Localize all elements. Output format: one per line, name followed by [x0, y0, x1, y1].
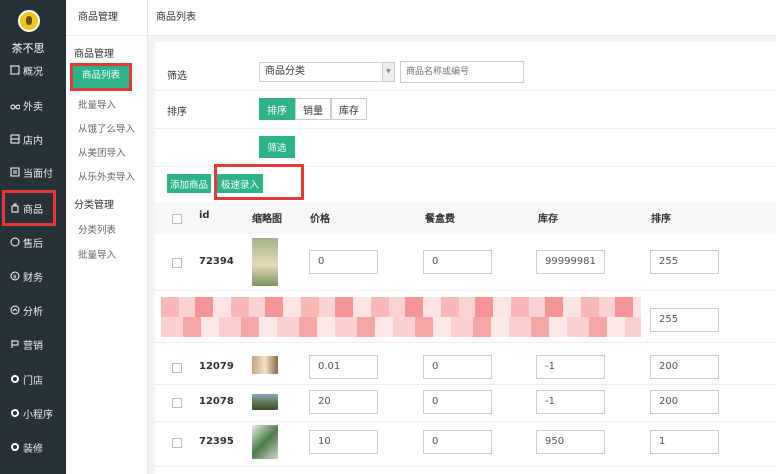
sub-nav: 商品管理 商品管理 商品列表 批量导入 从饿了么导入 从美团导入 从乐外卖导入 …: [66, 0, 148, 474]
category-select[interactable]: 商品分类 ▼: [259, 62, 395, 82]
nav-item-goods[interactable]: 商品: [2, 190, 56, 226]
analytics-icon: [10, 305, 20, 315]
redacted-region: [161, 317, 641, 337]
add-goods-button[interactable]: 添加商品: [167, 174, 211, 193]
stock-input[interactable]: 99999981: [536, 250, 605, 274]
row-checkbox[interactable]: [172, 398, 182, 408]
subnav-item-category-import[interactable]: 批量导入: [78, 247, 116, 261]
goods-icon: [10, 203, 20, 213]
sort-input[interactable]: 200: [650, 355, 719, 379]
search-input[interactable]: [400, 61, 524, 83]
stock-input[interactable]: -1: [536, 390, 605, 414]
subnav-item-goods-list[interactable]: 商品列表: [70, 63, 132, 91]
finance-icon: ¥: [10, 271, 20, 281]
sort-option-stock[interactable]: 库存: [331, 98, 367, 120]
goods-list-panel: 筛选 商品分类 ▼ 排序 排序 销量 库存 筛选 添加商品 极速录入 id 缩略…: [155, 42, 776, 474]
product-thumbnail: [252, 238, 278, 286]
highlight-annotation: [214, 164, 304, 200]
sort-input[interactable]: 255: [650, 308, 719, 332]
divider: [155, 128, 776, 129]
after-sale-icon: [10, 237, 20, 247]
subnav-item-import-lewaimai[interactable]: 从乐外卖导入: [78, 169, 135, 183]
col-header-price: 价格: [310, 214, 330, 225]
subnav-header: 商品管理: [66, 0, 147, 36]
row-id: 12078: [199, 396, 234, 407]
box-fee-input[interactable]: 0: [423, 250, 492, 274]
nav-item-store[interactable]: 店内: [0, 129, 66, 149]
brand-name: 茶不思: [11, 42, 45, 55]
col-header-sort: 排序: [651, 214, 671, 225]
product-thumbnail: [252, 394, 278, 410]
sort-input[interactable]: 255: [650, 250, 719, 274]
box-fee-input[interactable]: 0: [423, 390, 492, 414]
sort-option-default[interactable]: 排序: [259, 98, 295, 120]
overview-icon: [10, 65, 20, 75]
stock-input[interactable]: 950: [536, 430, 605, 454]
nav-item-delivery[interactable]: 外卖: [0, 95, 66, 115]
store-icon: [10, 134, 20, 144]
row-checkbox[interactable]: [172, 258, 182, 268]
row-id: 12079: [199, 361, 234, 372]
delivery-icon: [10, 100, 20, 110]
main-nav: 茶不思 概况 外卖 店内 当面付 商品 售后 ¥ 财务 分析 营销 门店 小程序…: [0, 0, 66, 474]
nav-item-shop[interactable]: 门店: [0, 369, 66, 389]
nav-item-after-sale[interactable]: 售后: [0, 232, 66, 252]
col-header-thumb: 缩略图: [252, 214, 282, 225]
sort-input[interactable]: 1: [650, 430, 719, 454]
row-divider: [155, 290, 776, 291]
nav-item-marketing[interactable]: 营销: [0, 334, 66, 354]
nav-item-finance[interactable]: ¥ 财务: [0, 266, 66, 286]
price-input[interactable]: 0: [309, 250, 378, 274]
table-header: [155, 202, 776, 234]
nav-item-overview[interactable]: 概况: [0, 60, 66, 80]
nav-item-decorate[interactable]: 装修: [0, 437, 66, 457]
product-thumbnail: [252, 425, 278, 459]
pay-icon: [10, 167, 20, 177]
nav-item-miniapp[interactable]: 小程序: [0, 403, 66, 423]
box-fee-input[interactable]: 0: [423, 430, 492, 454]
row-divider: [155, 466, 776, 467]
marketing-icon: [10, 339, 20, 349]
stock-input[interactable]: -1: [536, 355, 605, 379]
sort-input[interactable]: 200: [650, 390, 719, 414]
price-input[interactable]: 10: [309, 430, 378, 454]
subnav-item-import-eleme[interactable]: 从饿了么导入: [78, 121, 135, 135]
sort-option-sales[interactable]: 销量: [295, 98, 331, 120]
row-divider: [155, 421, 776, 422]
price-input[interactable]: 20: [309, 390, 378, 414]
row-id: 72395: [199, 436, 234, 447]
price-input[interactable]: 0.01: [309, 355, 378, 379]
subnav-item-category-list[interactable]: 分类列表: [78, 222, 116, 236]
nav-item-analytics[interactable]: 分析: [0, 300, 66, 320]
divider: [155, 90, 776, 91]
filter-label: 筛选: [167, 71, 187, 82]
shop-icon: [10, 374, 20, 384]
subnav-item-batch-import[interactable]: 批量导入: [78, 97, 116, 111]
miniapp-icon: [10, 408, 20, 418]
svg-text:¥: ¥: [13, 274, 17, 281]
subnav-group-category: 分类管理: [74, 200, 114, 211]
nav-item-pay[interactable]: 当面付: [0, 162, 66, 182]
brand-logo: [18, 10, 40, 32]
row-checkbox[interactable]: [172, 363, 182, 373]
row-divider: [155, 342, 776, 343]
col-header-id: id: [199, 210, 210, 221]
page-title: 商品列表: [148, 0, 776, 36]
row-divider: [155, 384, 776, 385]
box-fee-input[interactable]: 0: [423, 355, 492, 379]
filter-button[interactable]: 筛选: [259, 136, 295, 158]
row-checkbox[interactable]: [172, 438, 182, 448]
decorate-icon: [10, 442, 20, 452]
subnav-item-import-meituan[interactable]: 从美团导入: [78, 145, 126, 159]
product-thumbnail: [252, 356, 278, 374]
sort-label: 排序: [167, 107, 187, 118]
col-header-stock: 库存: [538, 214, 558, 225]
col-header-box-fee: 餐盒费: [425, 214, 455, 225]
row-id: 72394: [199, 256, 234, 267]
subnav-group-goods: 商品管理: [74, 49, 114, 60]
chevron-down-icon: ▼: [382, 63, 394, 81]
select-all-checkbox[interactable]: [172, 214, 182, 224]
